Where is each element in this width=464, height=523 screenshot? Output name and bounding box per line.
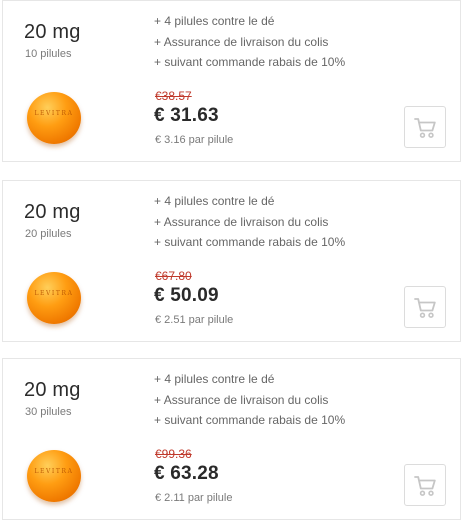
feature-list: 4 pilules contre le dé Assurance de livr… (154, 11, 345, 73)
unit-price: € 2.11 par pilule (155, 492, 233, 504)
feature-item: suivant commande rabais de 10% (154, 232, 345, 253)
old-price: €67.80 (155, 269, 192, 283)
feature-item: Assurance de livraison du colis (154, 212, 345, 233)
product-card: 20 mg 30 pilules 4 pilules contre le dé … (2, 358, 461, 520)
pill-count: 10 pilules (25, 48, 72, 60)
feature-item: 4 pilules contre le dé (154, 369, 345, 390)
feature-item: Assurance de livraison du colis (154, 32, 345, 53)
old-price: €99.36 (155, 447, 192, 461)
product-card: 20 mg 10 pilules 4 pilules contre le dé … (2, 0, 461, 162)
dose-label: 20 mg (24, 21, 81, 43)
unit-price: € 2.51 par pilule (155, 314, 234, 326)
pill-image: LEVITRA (27, 450, 83, 502)
dose-label: 20 mg (24, 201, 81, 223)
price: € 63.28 (154, 463, 219, 484)
unit-price: € 3.16 par pilule (155, 134, 234, 146)
pill-logo: LEVITRA (34, 110, 74, 117)
shopping-cart-icon (414, 476, 436, 496)
dose-label: 20 mg (24, 379, 81, 401)
pill-image: LEVITRA (27, 272, 83, 324)
old-price: €38.57 (155, 89, 192, 103)
pill-tablet (27, 450, 81, 502)
price: € 31.63 (154, 105, 219, 126)
product-card: 20 mg 20 pilules 4 pilules contre le dé … (2, 180, 461, 342)
add-to-cart-button[interactable] (404, 106, 446, 148)
feature-item: suivant commande rabais de 10% (154, 52, 345, 73)
add-to-cart-button[interactable] (404, 286, 446, 328)
feature-list: 4 pilules contre le dé Assurance de livr… (154, 369, 345, 431)
pill-count: 30 pilules (25, 406, 72, 418)
add-to-cart-button[interactable] (404, 464, 446, 506)
feature-item: 4 pilules contre le dé (154, 11, 345, 32)
pill-tablet (27, 92, 81, 144)
feature-item: suivant commande rabais de 10% (154, 410, 345, 431)
shopping-cart-icon (414, 298, 436, 318)
pill-logo: LEVITRA (34, 290, 74, 297)
feature-list: 4 pilules contre le dé Assurance de livr… (154, 191, 345, 253)
shopping-cart-icon (414, 118, 436, 138)
pill-logo: LEVITRA (34, 468, 74, 475)
pill-count: 20 pilules (25, 228, 72, 240)
feature-item: 4 pilules contre le dé (154, 191, 345, 212)
feature-item: Assurance de livraison du colis (154, 390, 345, 411)
price: € 50.09 (154, 285, 219, 306)
pill-image: LEVITRA (27, 92, 83, 144)
pill-tablet (27, 272, 81, 324)
